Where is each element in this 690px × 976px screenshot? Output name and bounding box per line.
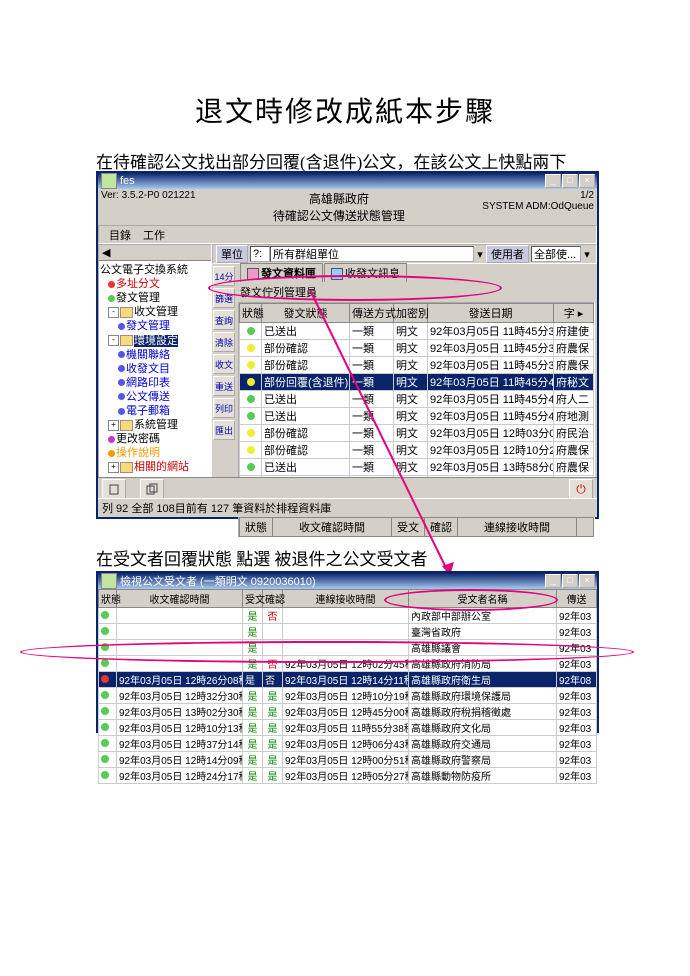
tree-folder[interactable]: -環境設定 bbox=[100, 333, 210, 347]
tree-folder[interactable]: +系統管理 bbox=[100, 418, 210, 432]
title-bar: fes _ □ × bbox=[98, 173, 597, 189]
delete-button[interactable] bbox=[102, 479, 126, 499]
col2-send[interactable]: 傳送 bbox=[557, 590, 597, 608]
exit-button[interactable]: ⏻ bbox=[569, 479, 593, 499]
tree-item[interactable]: 收發文目 bbox=[100, 362, 210, 376]
send-queue-grid[interactable]: 狀態 發文狀態 傳送方式 加密別 發送日期 字 ▸ 已送出一類明文92年03月0… bbox=[238, 302, 595, 494]
filter-bar: 單位 ▾ 使用者 ▾ bbox=[212, 244, 597, 264]
page-indicator: 1/2 bbox=[580, 190, 594, 201]
maximize-button-2[interactable]: □ bbox=[562, 574, 578, 588]
col-method[interactable]: 傳送方式 bbox=[350, 304, 394, 323]
unit-code-input[interactable] bbox=[250, 246, 270, 262]
col-classify[interactable]: 加密別 bbox=[394, 304, 428, 323]
side-btn-recv[interactable]: 收文 bbox=[213, 354, 235, 374]
nav-tree-toggle[interactable]: ◀ bbox=[99, 245, 211, 261]
status-bar: 列 92 全部 108目前有 127 筆資料於排程資料庫 bbox=[98, 498, 597, 517]
table-row[interactable]: 部份確認一類明文92年03月05日 12時03分02秒府民治 bbox=[240, 425, 594, 442]
tree-item[interactable]: 機關聯絡 bbox=[100, 348, 210, 362]
col-confirm-time[interactable]: 收文確認時間 bbox=[273, 518, 392, 537]
col2-confirm-time[interactable]: 收文確認時間 bbox=[117, 590, 243, 608]
subtitle: 待確認公文傳送狀態管理 bbox=[273, 209, 405, 223]
copy-button[interactable] bbox=[140, 479, 164, 499]
col-word[interactable]: 字 ▸ bbox=[554, 304, 594, 323]
col-send-status[interactable]: 發文狀態 bbox=[262, 304, 350, 323]
close-button-2[interactable]: × bbox=[579, 574, 595, 588]
bottom-toolbar: ⏻ bbox=[98, 477, 597, 500]
table-row[interactable]: 92年03月05日 12時26分08秒是否92年03月05日 12時14分11秒… bbox=[99, 672, 597, 688]
menu-work[interactable]: 工作 bbox=[137, 227, 171, 243]
tree-root[interactable]: 公文電子交換系統 bbox=[100, 263, 210, 277]
title-bar-2: 檢視公文受文者 (一類明文 0920036010) _ □ × bbox=[98, 573, 597, 589]
document-title: 退文時修改成紙本步驟 bbox=[0, 0, 690, 148]
user-label: 使用者 bbox=[486, 245, 529, 263]
title-bar-text-2: 檢視公文受文者 (一類明文 0920036010) bbox=[120, 573, 544, 589]
col-line-time[interactable]: 連線接收時間 bbox=[458, 518, 577, 537]
tree-folder[interactable]: +相關的網站 bbox=[100, 460, 210, 474]
annotation-red-oval-row bbox=[20, 641, 634, 663]
table-row[interactable]: 是臺灣省政府92年03 bbox=[99, 624, 597, 640]
tree-item[interactable]: 發文管理 bbox=[100, 319, 210, 333]
side-btn-export[interactable]: 匯出 bbox=[213, 420, 235, 440]
table-row[interactable]: 已送出一類明文92年03月05日 11時45分49秒府地測 bbox=[240, 408, 594, 425]
paragraph-2: 在受文者回覆狀態 點選 被退件之公文受文者 bbox=[96, 545, 428, 570]
nav-tree[interactable]: ◀ 公文電子交換系統 多址分文 發文管理 -收文管理 發文管理 -環境設定 機關… bbox=[98, 244, 212, 502]
title-bar-text: fes bbox=[120, 175, 544, 187]
menu-bar[interactable]: 目錄 工作 bbox=[98, 225, 597, 244]
maximize-button[interactable]: □ bbox=[562, 174, 578, 188]
user-input[interactable] bbox=[531, 246, 581, 262]
side-btn-query[interactable]: 查詢 bbox=[213, 310, 235, 330]
col-send-date[interactable]: 發送日期 bbox=[428, 304, 554, 323]
tree-item[interactable]: 操作說明 bbox=[100, 446, 210, 460]
annotation-red-oval-header bbox=[384, 589, 558, 611]
col-status2[interactable]: 狀態 bbox=[240, 518, 273, 537]
tree-item[interactable]: 公文傳送 bbox=[100, 390, 210, 404]
col2-confirm[interactable]: 確認 bbox=[263, 590, 283, 608]
annotation-red-oval-top bbox=[208, 275, 502, 301]
table-row[interactable]: 92年03月05日 12時37分14秒是是92年03月05日 12時06分43秒… bbox=[99, 736, 597, 752]
col-confirm[interactable]: 確認 bbox=[425, 518, 458, 537]
table-row[interactable]: 部份確認一類明文92年03月05日 12時10分20秒府農保 bbox=[240, 442, 594, 459]
tree-item[interactable]: 網路印表 bbox=[100, 376, 210, 390]
window-outgoing-status: fes _ □ × Ver: 3.5.2-P0 021221 高雄縣政府 待確認… bbox=[96, 171, 599, 519]
sysadm-text: SYSTEM ADM:OdQueue bbox=[482, 201, 594, 212]
app-icon bbox=[101, 173, 117, 189]
side-btn-print[interactable]: 列印 bbox=[213, 398, 235, 418]
table-row[interactable]: 已送出一類明文92年03月05日 13時58分04秒府農保 bbox=[240, 459, 594, 476]
paragraph-1: 在待確認公文找出部分回覆(含退件)公文，在該公文上快點兩下 bbox=[96, 148, 690, 173]
table-row[interactable]: 已送出一類明文92年03月05日 11時45分32秒府建使 bbox=[240, 323, 594, 340]
recipient-reply-grid[interactable]: 狀態 收文確認時間 受文 確認 連線接收時間 bbox=[238, 516, 595, 538]
unit-name-input[interactable] bbox=[270, 246, 474, 262]
tree-item[interactable]: 電子郵箱 bbox=[100, 404, 210, 418]
table-row[interactable]: 部份確認一類明文92年03月05日 11時45分34秒府農保 bbox=[240, 340, 594, 357]
table-row[interactable]: 92年03月05日 12時32分30秒是是92年03月05日 12時10分19秒… bbox=[99, 688, 597, 704]
col-status-icon[interactable]: 狀態 bbox=[240, 304, 262, 323]
table-row[interactable]: 92年03月05日 12時24分17秒是是92年03月05日 12時05分27秒… bbox=[99, 768, 597, 784]
unit-label: 單位 bbox=[216, 245, 248, 263]
table-row[interactable]: 92年03月05日 13時02分30秒是是92年03月05日 12時45分00秒… bbox=[99, 704, 597, 720]
app-icon-2 bbox=[101, 573, 117, 589]
menu-catalog[interactable]: 目錄 bbox=[103, 227, 137, 243]
tree-item[interactable]: 更改密碼 bbox=[100, 432, 210, 446]
org-name: 高雄縣政府 bbox=[309, 192, 369, 206]
minimize-button[interactable]: _ bbox=[545, 174, 561, 188]
col-recv[interactable]: 受文 bbox=[392, 518, 425, 537]
minimize-button-2[interactable]: _ bbox=[545, 574, 561, 588]
tree-item[interactable]: 多址分文 bbox=[100, 277, 210, 291]
side-btn-clear[interactable]: 清除 bbox=[213, 332, 235, 352]
side-btn-resend[interactable]: 重送 bbox=[213, 376, 235, 396]
version-text: Ver: 3.5.2-P0 021221 bbox=[101, 190, 196, 224]
tree-folder[interactable]: -收文管理 bbox=[100, 305, 210, 319]
close-button[interactable]: × bbox=[579, 174, 595, 188]
table-row[interactable]: 部份確認一類明文92年03月05日 11時45分37秒府農保 bbox=[240, 357, 594, 374]
table-row[interactable]: 是否內政部中部辦公室92年03 bbox=[99, 608, 597, 624]
col2-recv[interactable]: 受文 bbox=[243, 590, 263, 608]
table-row[interactable]: 部份回覆(含退件)一類明文92年03月05日 11時45分44秒府秘文 bbox=[240, 374, 594, 391]
table-row[interactable]: 已送出一類明文92年03月05日 11時45分47秒府人二 bbox=[240, 391, 594, 408]
recipient-grid[interactable]: 狀態 收文確認時間 受文 確認 連線接收時間 受文者名稱 傳送 是否內政部中部辦… bbox=[98, 589, 597, 784]
tree-item[interactable]: 發文管理 bbox=[100, 291, 210, 305]
side-buttons: 14分 篩選 查詢 清除 收文 重送 列印 匯出 bbox=[212, 264, 236, 504]
col2-status[interactable]: 狀態 bbox=[99, 590, 117, 608]
table-row[interactable]: 92年03月05日 12時10分13秒是是92年03月05日 11時55分38秒… bbox=[99, 720, 597, 736]
table-row[interactable]: 92年03月05日 12時14分09秒是是92年03月05日 12時00分51秒… bbox=[99, 752, 597, 768]
